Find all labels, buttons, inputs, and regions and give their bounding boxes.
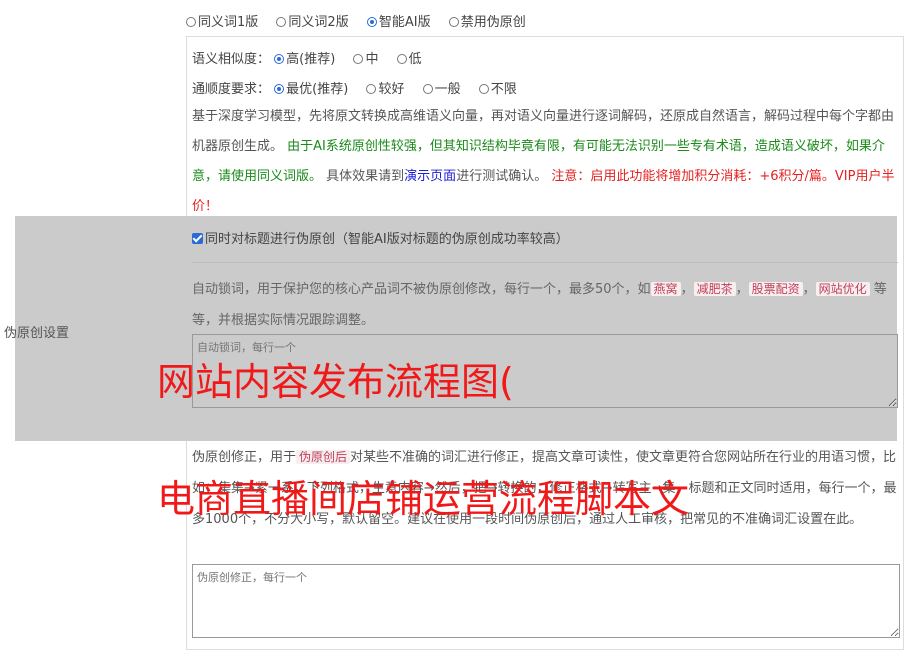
watermark-line-2: 电商直播间店铺运营流程脚本文 [157, 477, 690, 521]
section-label: 伪原创设置 [4, 326, 70, 341]
mode-option-synonym2[interactable]: 同义词2版 [276, 11, 349, 30]
mode-option-ai[interactable]: 智能AI版 [366, 11, 431, 30]
radio-icon[interactable] [186, 17, 196, 27]
similarity-high[interactable]: 高(推荐) [274, 48, 335, 67]
radio-selected-icon[interactable] [274, 54, 285, 64]
mode-radio-group: 同义词1版 同义词2版 智能AI版 禁用伪原创 [186, 11, 540, 30]
fluency-good[interactable]: 较好 [366, 78, 404, 97]
example-word: 股票配资 [748, 282, 803, 296]
example-word: 燕窝 [650, 282, 681, 296]
fluency-row: 通顺度要求： 最优(推荐) 较好 一般 不限 [192, 78, 531, 97]
mode-option-disable[interactable]: 禁用伪原创 [448, 11, 526, 30]
radio-icon[interactable] [396, 54, 407, 64]
fluency-label: 通顺度要求： [192, 82, 271, 97]
similarity-row: 语义相似度： 高(推荐) 中 低 [192, 48, 436, 67]
ai-description: 基于深度学习模型，先将原文转换成高维语义向量，再对语义向量进行逐词解码，还原成自… [192, 109, 895, 214]
fix-words-textarea[interactable] [192, 564, 900, 638]
checkbox-checked-icon[interactable] [192, 233, 203, 244]
example-word: 减肥茶 [693, 282, 736, 296]
fluency-normal[interactable]: 一般 [422, 78, 461, 97]
lock-words-description: 自动锁词，用于保护您的核心产品词不被伪原创修改，每行一个，最多50个，如 燕窝，减… [192, 282, 887, 328]
radio-icon[interactable] [478, 84, 489, 94]
divider [192, 262, 898, 263]
title-rewrite-checkbox[interactable]: 同时对标题进行伪原创（智能AI版对标题的伪原创成功率较高） [192, 228, 569, 247]
demo-page-link[interactable]: 演示页面 [404, 169, 456, 184]
fluency-any[interactable]: 不限 [478, 78, 517, 97]
radio-selected-icon[interactable] [274, 84, 285, 94]
similarity-label: 语义相似度： [192, 52, 271, 67]
highlight-word: 伪原创后 [296, 450, 351, 464]
fluency-best[interactable]: 最优(推荐) [274, 78, 348, 97]
example-word: 网站优化 [815, 282, 870, 296]
mode-option-synonym1[interactable]: 同义词1版 [186, 11, 258, 30]
radio-icon[interactable] [448, 17, 459, 27]
radio-icon[interactable] [422, 84, 433, 94]
similarity-low[interactable]: 低 [396, 48, 422, 67]
radio-selected-icon[interactable] [366, 17, 377, 27]
radio-icon[interactable] [353, 54, 364, 64]
similarity-medium[interactable]: 中 [353, 48, 378, 67]
radio-icon[interactable] [366, 84, 377, 94]
radio-icon[interactable] [276, 17, 287, 27]
watermark-line-1: 网站内容发布流程图( [157, 360, 514, 404]
